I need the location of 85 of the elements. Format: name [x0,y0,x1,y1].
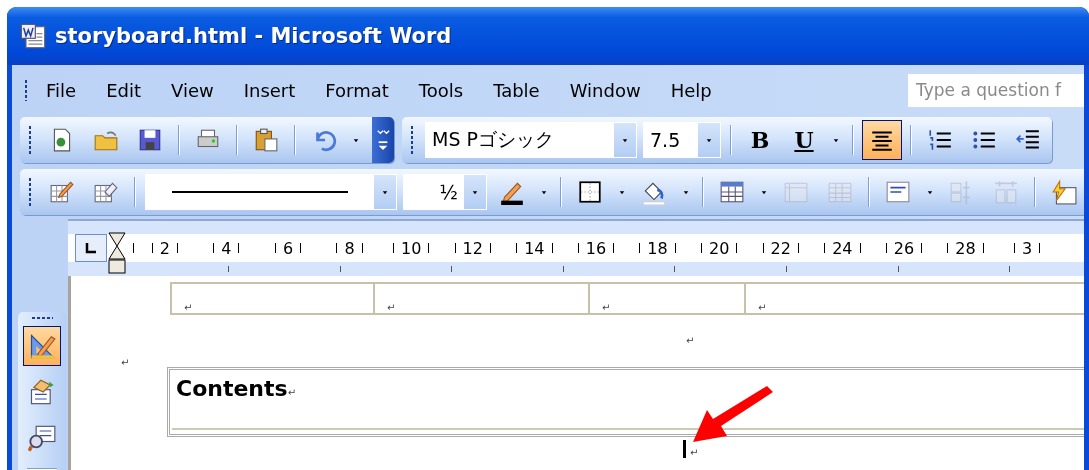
paragraph-mark: ↵ [602,302,611,313]
toolbar-grip[interactable] [410,125,414,155]
distribute-columns-icon [993,179,1019,205]
paragraph-mark: ↵ [690,447,699,458]
ruler-number: 10 [401,238,422,258]
contents-heading: Contents [176,376,288,401]
table-cell[interactable]: ↵ [373,284,588,313]
drawing-tools-icon [28,332,56,360]
caret-icon [620,137,630,143]
paragraph-mark: ↵ [758,302,767,313]
ruler-number: 16 [585,238,607,258]
caret-icon [681,189,691,195]
drawing-tools-button[interactable] [23,326,61,366]
underline-button[interactable]: U [784,120,824,160]
menu-item[interactable]: Help [670,79,712,101]
paste-icon [253,127,279,153]
paragraph-mark: ↵ [287,387,297,398]
ruler-number: 26 [893,238,915,258]
preview-icon [28,424,56,452]
table-cell[interactable]: ↵ [170,284,373,313]
menu-item[interactable]: Window [569,79,641,101]
ruler-number: 22 [770,238,791,258]
caret-icon [351,137,361,143]
table-cell[interactable]: ↵ [744,284,1084,313]
draw-table-icon [49,179,75,205]
menu-item[interactable]: Insert [243,79,296,101]
menu-item[interactable]: File [46,79,77,101]
chevron-icon [376,129,390,151]
paragraph-mark: ↵ [184,302,193,313]
ruler-number: 18 [647,238,668,258]
ruler-number: 20 [708,238,730,258]
border-color-icon [499,179,525,205]
menu-item[interactable]: Tools [418,79,464,101]
ruler-number: 2 [159,238,170,258]
insert-table-icon [719,179,745,205]
caret-icon [380,189,390,195]
eraser-icon [93,179,119,205]
menu-item[interactable]: Table [493,79,540,101]
ruler-number: 3 [1022,238,1033,258]
ruler-number: 24 [832,238,853,258]
toolbar-grip[interactable] [28,125,32,155]
window-title: storyboard.html - Microsoft Word [55,24,452,48]
ruler-number: 4 [221,238,232,258]
menu-item[interactable]: Format [325,79,389,101]
caret-icon [925,189,935,195]
text-cursor [683,440,686,458]
paragraph-mark: ↵ [387,302,396,313]
table-autoformat-icon [1051,179,1077,205]
word-document-icon [19,22,47,50]
menu-item[interactable]: View [171,79,214,101]
ruler-number: 14 [524,238,545,258]
save-icon [137,127,163,153]
ruler-number: 8 [344,238,355,258]
numbered-list-icon [927,127,953,153]
ruler-number: 12 [462,238,483,258]
borders-icon [577,179,603,205]
left-tab-icon [85,242,97,254]
toolbar-options-button[interactable] [372,117,394,163]
paragraph-mark: ↵ [121,357,130,368]
menu-grip [24,79,28,101]
toolbar-grip[interactable] [28,177,32,207]
paragraph-mark: ↵ [686,335,695,346]
caret-icon [759,189,769,195]
align-center-button[interactable] [862,120,902,160]
indent-marker-icon[interactable] [108,232,126,274]
line-style-field[interactable] [145,174,397,210]
web-form-icon [28,378,56,406]
caret-icon [470,189,480,195]
help-question-field[interactable]: Type a question f [908,73,1084,107]
dropdown-field[interactable]: MS Pゴシック [425,122,637,158]
dropdown-field[interactable]: 7.5 [643,122,721,158]
cell-align-icon [885,179,911,205]
bold-button[interactable]: B [740,120,780,160]
dropdown-field[interactable]: ½ [403,174,487,210]
tab-stop-selector[interactable] [75,234,107,262]
ruler-number: 28 [955,238,976,258]
caret-icon [704,137,714,143]
caret-icon [831,137,841,143]
table-cell[interactable]: ↵ [588,284,744,313]
menu-item[interactable]: Edit [106,79,141,101]
toolbar-grip[interactable] [31,316,53,320]
line-style-icon [172,191,348,193]
caret-icon [617,189,627,195]
caret-icon [539,189,549,195]
ruler-number: 6 [282,238,294,258]
